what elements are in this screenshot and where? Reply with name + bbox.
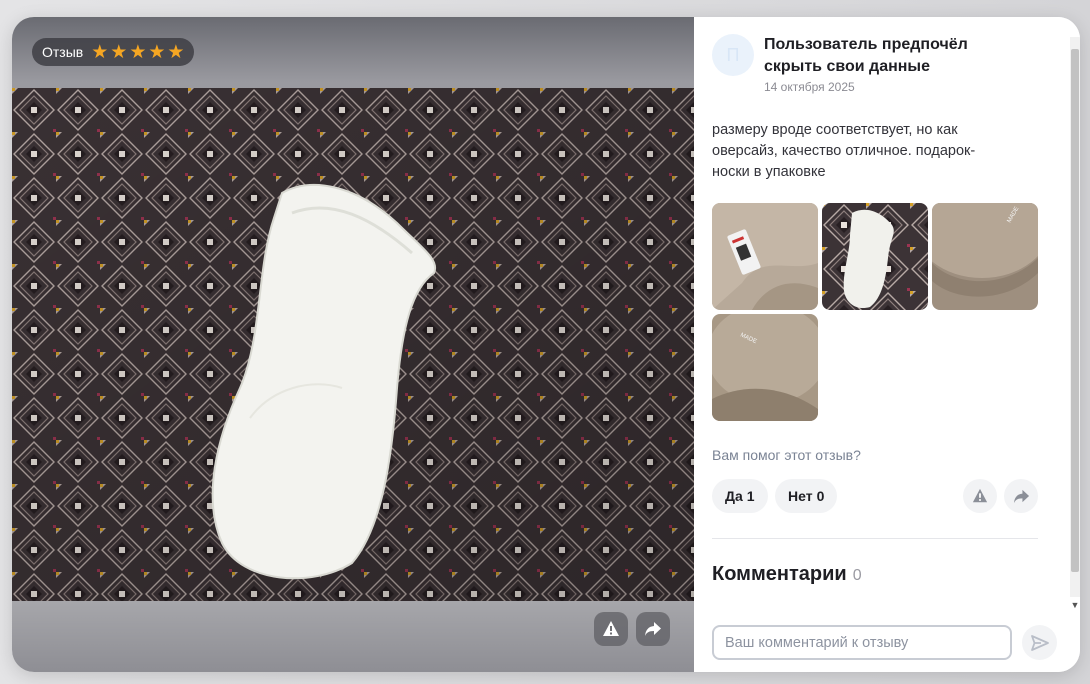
review-text: размеру вроде соответствует, но как овер… (712, 122, 976, 180)
badge-label: Отзыв (42, 44, 84, 60)
rating-stars: ★ ★ ★ ★ ★ (91, 43, 184, 62)
review-date: 14 октября 2025 (764, 80, 855, 94)
send-comment-button[interactable] (1022, 625, 1057, 660)
avatar-initial: П (726, 44, 740, 65)
review-details-scroll[interactable]: П Пользователь предпочёл скрыть свои дан… (694, 17, 1066, 612)
vote-no-label: Нет (788, 488, 813, 504)
thumbnail-image (712, 203, 818, 310)
review-media-viewer: Отзыв ★ ★ ★ ★ ★ (12, 17, 694, 672)
photo-thumbnail-tshirt-tag[interactable] (712, 203, 818, 310)
photo-thumbnail-sock[interactable] (822, 203, 928, 310)
photo-thumbnail-collar[interactable]: MADE (932, 203, 1038, 310)
review-details-panel: П Пользователь предпочёл скрыть свои дан… (694, 17, 1080, 672)
star-icon: ★ (110, 41, 128, 63)
comment-composer (712, 625, 1062, 660)
media-actions (594, 612, 670, 646)
comments-title: Комментарии (712, 563, 847, 585)
share-icon (645, 622, 661, 636)
report-icon (603, 621, 619, 636)
avatar: П (712, 34, 754, 76)
scroll-down-arrow[interactable]: ▼ (1070, 599, 1080, 611)
author-row: П Пользователь предпочёл скрыть свои дан… (712, 34, 1014, 94)
thumbnail-image (822, 203, 928, 310)
comment-input[interactable] (712, 625, 1012, 660)
share-icon (1013, 489, 1029, 503)
author-name: Пользователь предпочёл скрыть свои данны… (764, 36, 968, 75)
divider (712, 538, 1038, 539)
media-share-button[interactable] (636, 612, 670, 646)
vote-no-count: 0 (816, 488, 825, 504)
vote-yes-button[interactable]: Да 1 (712, 479, 768, 513)
review-main-photo[interactable] (12, 88, 694, 601)
star-icon: ★ (129, 41, 147, 63)
helpful-question: Вам помог этот отзыв? (712, 447, 861, 463)
review-photo-thumbnails: MADE MADE (712, 203, 1042, 421)
comments-header: Комментарии 0 (712, 563, 862, 586)
thumbnail-image: MADE (712, 314, 818, 421)
vote-yes-label: Да (725, 488, 743, 504)
scrollbar-thumb[interactable] (1071, 49, 1079, 572)
vote-row: Да 1 Нет 0 (712, 479, 1040, 513)
report-review-button[interactable] (963, 479, 997, 513)
thumbnail-image: MADE (932, 203, 1038, 310)
vote-yes-count: 1 (746, 488, 755, 504)
star-icon: ★ (167, 41, 185, 63)
vote-no-button[interactable]: Нет 0 (775, 479, 838, 513)
review-modal: Отзыв ★ ★ ★ ★ ★ П Пользователь предпочёл… (12, 17, 1080, 672)
report-icon (972, 488, 988, 503)
send-icon (1030, 634, 1049, 651)
share-review-button[interactable] (1004, 479, 1038, 513)
details-scrollbar[interactable]: ▲ ▼ (1066, 17, 1080, 612)
star-icon: ★ (91, 41, 109, 63)
media-report-button[interactable] (594, 612, 628, 646)
comments-count: 0 (852, 567, 862, 584)
sock-photo-image (12, 88, 694, 601)
star-icon: ★ (148, 41, 166, 63)
review-rating-badge: Отзыв ★ ★ ★ ★ ★ (32, 38, 195, 66)
photo-thumbnail-label[interactable]: MADE (712, 314, 818, 421)
